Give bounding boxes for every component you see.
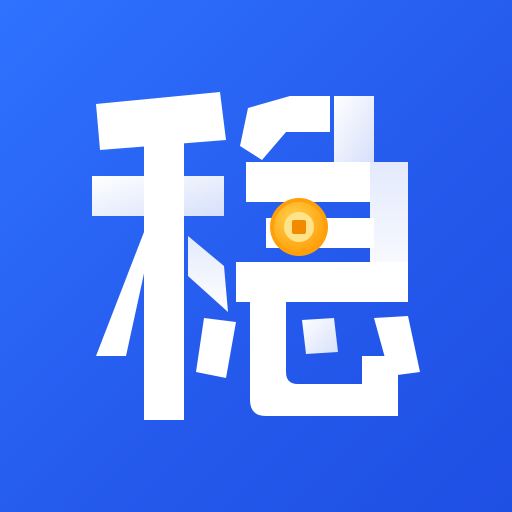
heart-middle-dot <box>302 318 338 354</box>
left-falling-stroke <box>96 232 150 356</box>
heart-left-dot <box>196 318 236 378</box>
app-icon-background <box>0 0 512 512</box>
right-component-strokes <box>236 96 408 302</box>
wen-glyph-logo <box>92 92 420 420</box>
upper-hook-stroke <box>240 96 330 160</box>
stem-stroke <box>144 120 184 420</box>
upper-right-stroke <box>334 96 374 162</box>
coin-square-hole <box>292 220 306 234</box>
box-bottom-stroke <box>236 262 408 302</box>
right-dot-stroke <box>188 236 228 312</box>
heart-hook-stroke <box>250 300 398 416</box>
heart-component-strokes <box>196 300 420 416</box>
coin-icon <box>270 198 328 256</box>
